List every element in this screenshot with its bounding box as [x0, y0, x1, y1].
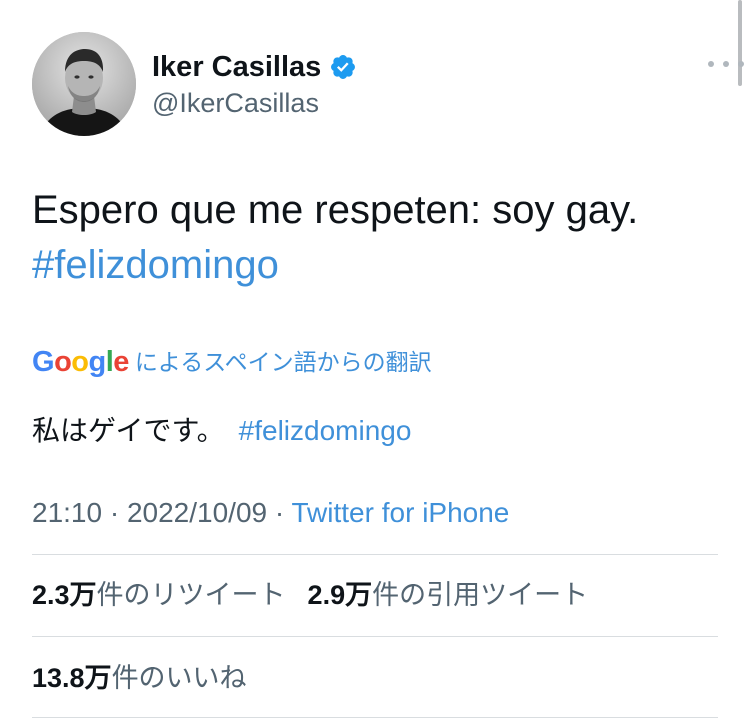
translated-text: 私はゲイです。 #felizdomingo — [32, 411, 411, 451]
google-logo: Google — [32, 346, 129, 378]
tweet-date: 2022/10/09 — [126, 497, 268, 528]
display-name-row: Iker Casillas — [152, 50, 357, 84]
more-options-icon[interactable] — [708, 58, 744, 70]
translated-hashtag-link[interactable]: #felizdomingo — [239, 415, 412, 446]
divider — [32, 717, 718, 718]
likes-label: 件のいいね — [111, 663, 247, 693]
divider — [32, 636, 718, 637]
tweet-hashtag-link[interactable]: #felizdomingo — [32, 238, 722, 293]
meta-separator: · — [267, 497, 292, 528]
engagement-stats-row: 2.3万 件のリツイート 2.9万 件の引用ツイート — [32, 575, 610, 615]
meta-separator: · — [102, 497, 127, 528]
tweet-source-link[interactable]: Twitter for iPhone — [292, 497, 510, 528]
retweets-label: 件のリツイート — [96, 580, 286, 610]
quotes-count: 2.9万 — [307, 580, 373, 610]
avatar[interactable] — [32, 32, 136, 136]
retweets-stat[interactable]: 2.3万 件のリツイート — [32, 575, 286, 615]
tweet-meta: 21:10 · 2022/10/09 · Twitter for iPhone — [32, 493, 509, 533]
tweet-text: Espero que me respeten: soy gay. #felizd… — [32, 183, 722, 293]
profile-photo-icon — [32, 32, 136, 136]
translation-attribution[interactable]: Google によるスペイン語からの翻訳 — [32, 344, 432, 380]
tweet-time: 21:10 — [32, 497, 103, 528]
likes-stat[interactable]: 13.8万 件のいいね — [32, 658, 247, 698]
display-name[interactable]: Iker Casillas — [152, 50, 321, 84]
tweet-text-line: Espero que me respeten: soy gay. — [32, 188, 639, 232]
scroll-indicator[interactable] — [738, 0, 742, 86]
likes-stats-row: 13.8万 件のいいね — [32, 658, 269, 698]
verified-badge-icon — [331, 55, 356, 79]
translated-text-body: 私はゲイです。 — [32, 415, 225, 446]
author-handle[interactable]: @IkerCasillas — [152, 86, 357, 120]
divider — [32, 554, 718, 555]
author-name-block[interactable]: Iker Casillas @IkerCasillas — [152, 50, 357, 120]
tweet-header: Iker Casillas @IkerCasillas — [32, 32, 744, 138]
quotes-label: 件の引用ツイート — [372, 580, 589, 610]
likes-count: 13.8万 — [32, 663, 112, 693]
translation-label[interactable]: によるスペイン語からの翻訳 — [135, 344, 432, 380]
quotes-stat[interactable]: 2.9万 件の引用ツイート — [308, 575, 589, 615]
retweets-count: 2.3万 — [32, 580, 97, 610]
